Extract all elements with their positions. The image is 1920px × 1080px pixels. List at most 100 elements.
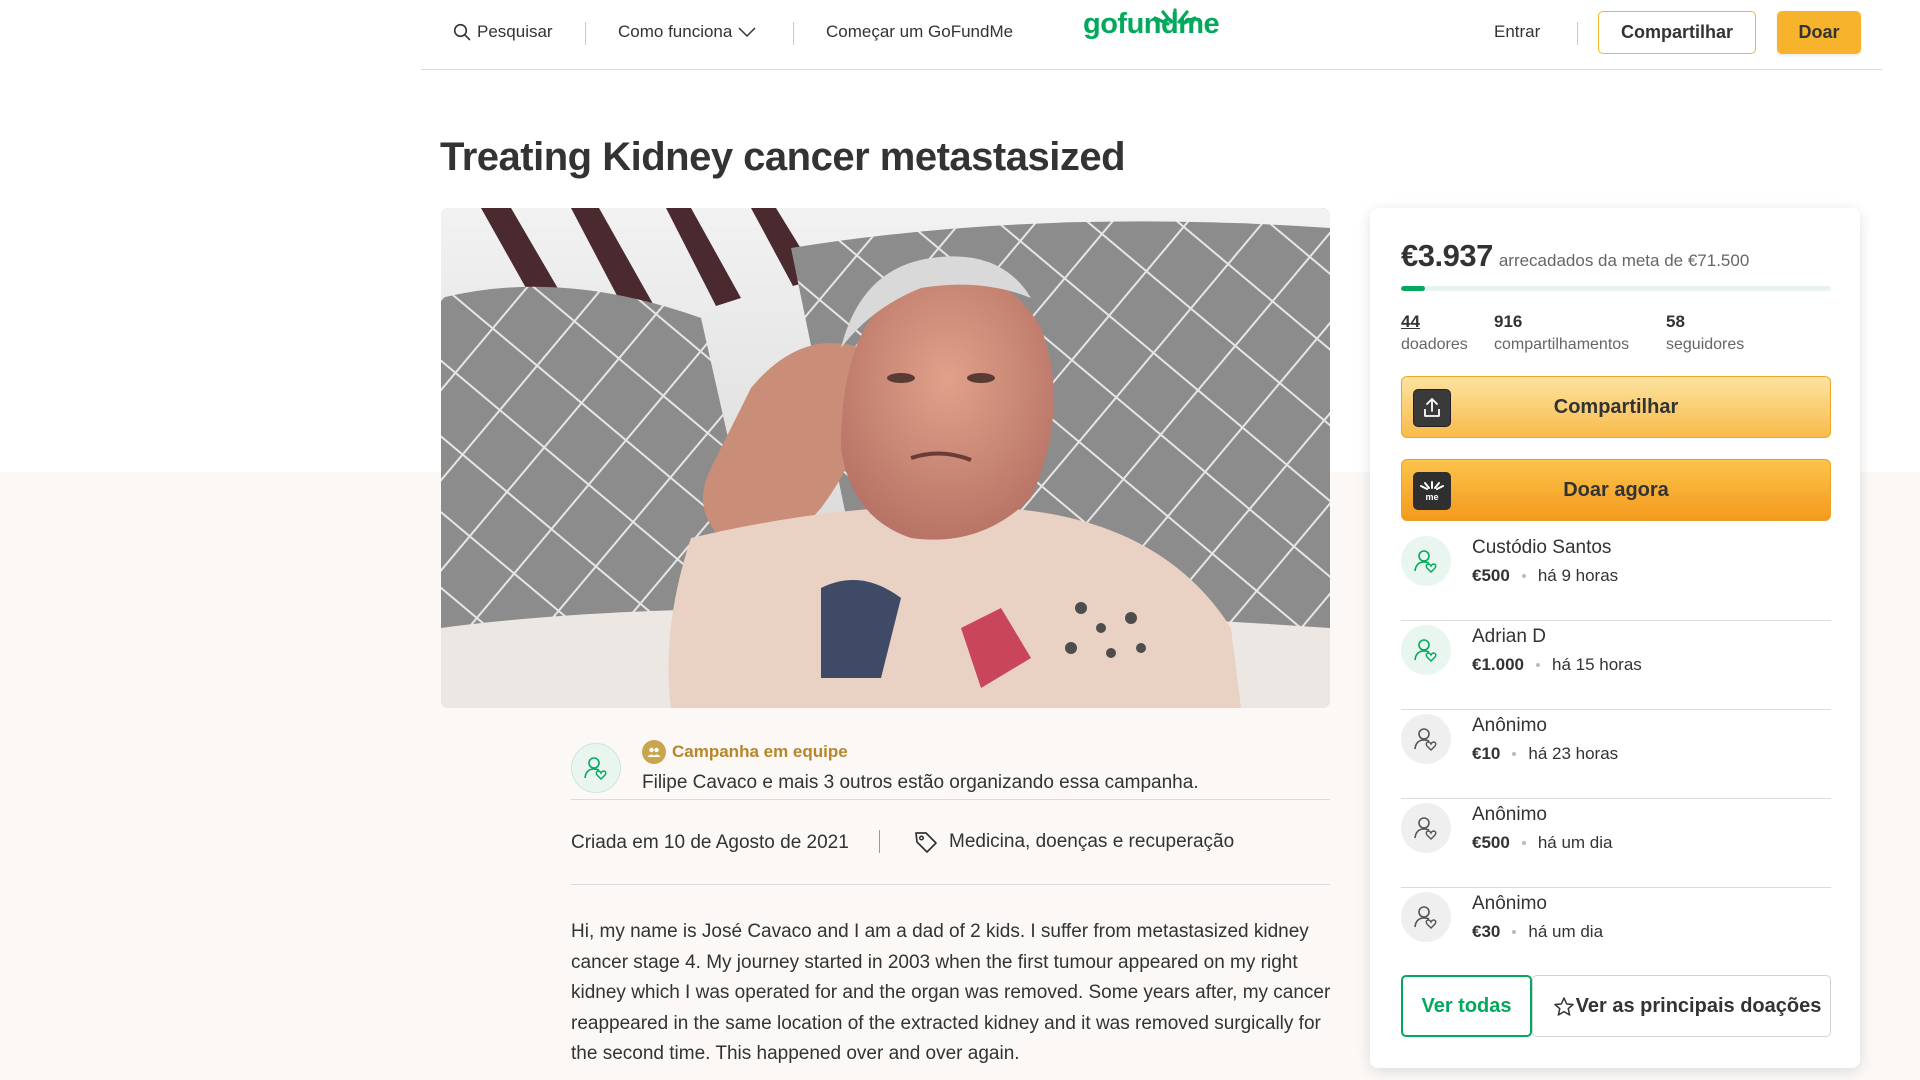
start-gofundme-label: Começar um GoFundMe [826, 22, 1014, 41]
gofundme-logo[interactable]: gofundme [1083, 8, 1220, 39]
donor-name: Adrian D [1472, 626, 1546, 647]
donation-amount: €500 [1472, 566, 1510, 585]
campaign-photo[interactable] [441, 208, 1330, 708]
donation-details: €500 há 9 horas [1472, 566, 1618, 586]
donate-now-button[interactable]: me Doar agora [1401, 459, 1831, 521]
nav-divider [585, 22, 586, 45]
donation-item[interactable]: Adrian D €1.000 há 15 horas [1401, 621, 1831, 710]
donation-item[interactable]: Anônimo €500 há um dia [1401, 799, 1831, 888]
stat-followers: 58 seguidores [1666, 312, 1744, 354]
donor-avatar [1401, 536, 1451, 586]
share-button-header[interactable]: Compartilhar [1598, 11, 1756, 54]
donation-time: há 9 horas [1537, 566, 1619, 585]
donation-amount: €500 [1472, 833, 1510, 852]
gofundme-me-icon: me [1413, 472, 1451, 510]
progress-fill [1401, 286, 1425, 291]
user-heart-icon [1414, 639, 1437, 662]
separator-dot [1536, 663, 1540, 667]
user-heart-icon [584, 757, 607, 780]
campaign-title: Treating Kidney cancer metastasized [440, 135, 1126, 179]
search-label: Pesquisar [477, 22, 553, 41]
search-icon [453, 23, 471, 41]
nav-divider [793, 22, 794, 45]
donation-details: €500 há um dia [1472, 833, 1613, 853]
stat-followers-label: seguidores [1666, 336, 1745, 353]
chevron-down-icon [738, 27, 756, 38]
sign-in-label: Entrar [1494, 22, 1541, 41]
separator-dot [1521, 574, 1526, 578]
user-heart-icon [1414, 906, 1437, 929]
user-heart-icon [1414, 550, 1437, 573]
nav-divider [1577, 22, 1578, 45]
stat-donors[interactable]: 44 doadores [1401, 312, 1468, 354]
separator-dot [1512, 930, 1517, 934]
donation-amount: €1.000 [1472, 655, 1524, 674]
top-donations-label: Ver as principais doações [1575, 995, 1822, 1017]
donate-button-header[interactable]: Doar [1777, 11, 1861, 54]
donation-item[interactable]: Anônimo €10 há 23 horas [1401, 710, 1831, 799]
donor-name: Anônimo [1472, 893, 1547, 914]
category-label: Medicina, doenças e recuperação [949, 831, 1235, 852]
meta-divider [879, 830, 880, 853]
user-heart-icon [1414, 728, 1437, 751]
donor-avatar [1401, 892, 1451, 942]
donation-time: há um dia [1528, 922, 1604, 941]
donation-time: há um dia [1537, 833, 1613, 852]
donation-amount: €10 [1472, 744, 1501, 763]
donation-time: há 15 horas [1552, 655, 1642, 674]
progress-bar [1401, 286, 1831, 291]
donor-avatar [1401, 803, 1451, 853]
goal-text: arrecadados da meta de €71.500 [1498, 251, 1750, 270]
top-navigation: Pesquisar Como funciona Começar um GoFun… [421, 0, 1882, 70]
separator-dot [1521, 841, 1526, 845]
how-it-works-menu[interactable]: Como funciona [618, 22, 756, 42]
donation-sidebar: €3.937 arrecadados da meta de €71.500 44… [1370, 208, 1860, 1068]
star-icon [1554, 997, 1574, 1016]
stat-shares-value: 916 [1494, 312, 1523, 331]
top-donations-button[interactable]: Ver as principais doações [1532, 975, 1831, 1037]
stat-followers-value: 58 [1666, 312, 1685, 331]
share-button-label: Compartilhar [1553, 395, 1679, 418]
see-all-button[interactable]: Ver todas [1401, 975, 1532, 1037]
category-link[interactable]: Medicina, doenças e recuperação [913, 829, 1234, 855]
donor-name: Anônimo [1472, 715, 1547, 736]
donation-details: €1.000 há 15 horas [1472, 655, 1642, 675]
share-button[interactable]: Compartilhar [1401, 376, 1831, 438]
stat-shares-label: compartilhamentos [1494, 336, 1630, 353]
user-heart-icon [1414, 817, 1437, 840]
donor-avatar [1401, 714, 1451, 764]
raised-summary: €3.937 arrecadados da meta de €71.500 [1401, 238, 1749, 274]
donor-avatar [1401, 625, 1451, 675]
organizer-text[interactable]: Filipe Cavaco e mais 3 outros estão orga… [642, 772, 1199, 794]
created-date: Criada em 10 de Agosto de 2021 [571, 832, 849, 853]
donation-item[interactable]: Anônimo €30 há um dia [1401, 888, 1831, 968]
stat-donors-value: 44 [1401, 312, 1420, 331]
team-campaign-label: Campanha em equipe [672, 742, 848, 761]
donation-details: €30 há um dia [1472, 922, 1603, 942]
section-divider [571, 799, 1330, 800]
team-icon [642, 740, 666, 764]
team-campaign-badge: Campanha em equipe [642, 740, 848, 764]
raised-amount: €3.937 [1401, 238, 1493, 273]
sign-in-link[interactable]: Entrar [1494, 22, 1540, 42]
share-upload-icon [1413, 389, 1451, 427]
start-gofundme-link[interactable]: Começar um GoFundMe [826, 22, 1013, 42]
stat-shares: 916 compartilhamentos [1494, 312, 1629, 354]
stat-donors-label: doadores [1401, 336, 1468, 353]
donation-details: €10 há 23 horas [1472, 744, 1618, 764]
tag-icon [915, 832, 937, 853]
donation-time: há 23 horas [1528, 744, 1619, 763]
logo-sprout-icon [1153, 8, 1197, 26]
donation-amount: €30 [1472, 922, 1501, 941]
organizer-avatar[interactable] [571, 743, 621, 793]
search-link[interactable]: Pesquisar [453, 22, 553, 42]
section-divider [571, 884, 1330, 885]
donor-name: Custódio Santos [1472, 537, 1612, 558]
donate-now-label: Doar agora [1563, 478, 1669, 501]
donation-item[interactable]: Custódio Santos €500 há 9 horas [1401, 532, 1831, 621]
svg-text:me: me [1425, 492, 1438, 502]
campaign-story: Hi, my name is José Cavaco and I am a da… [571, 921, 1331, 1064]
how-it-works-label: Como funciona [618, 22, 733, 41]
separator-dot [1512, 752, 1517, 756]
donor-name: Anônimo [1472, 804, 1547, 825]
